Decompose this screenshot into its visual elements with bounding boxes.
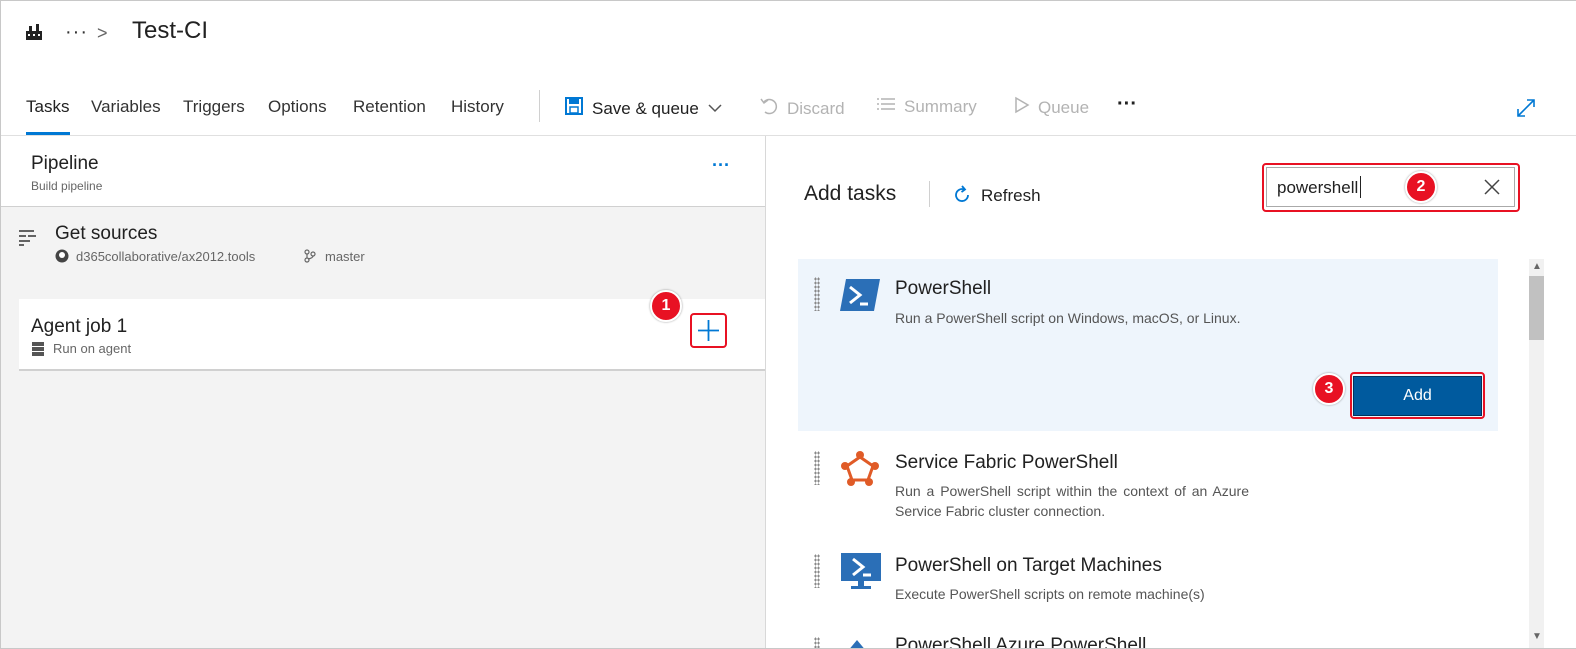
scroll-up-icon[interactable]: ▲ [1532,261,1542,272]
expand-icon[interactable] [1515,97,1537,124]
get-sources-title[interactable]: Get sources [55,223,157,245]
header-divider [929,181,930,207]
undo-icon [759,96,779,121]
task-title: PowerShell [895,278,992,299]
agent-job-subtitle: Run on agent [53,341,132,356]
drag-handle-icon[interactable] [814,554,820,588]
task-title: Service Fabric PowerShell [895,452,1118,473]
discard-button[interactable]: Discard [759,96,845,121]
summary-label: Summary [904,96,977,116]
task-description: Run a PowerShell script within the conte… [895,483,1249,519]
build-pipeline-icon[interactable] [23,21,45,43]
pipeline-subtitle: Build pipeline [31,179,103,193]
agent-job-title: Agent job 1 [31,316,128,337]
queue-button[interactable]: Queue [1014,96,1089,119]
task-title: PowerShell on Target Machines [895,555,1162,576]
task-description: Run a PowerShell script on Windows, macO… [895,310,1241,326]
repo-name: d365collaborative/ax2012.tools [76,249,256,264]
powershell-icon [840,277,880,318]
summary-button[interactable]: Summary [876,96,977,117]
breadcrumb-more[interactable]: ··· [65,21,88,44]
azure-icon [847,639,867,648]
drag-handle-icon[interactable] [814,637,820,648]
refresh-button[interactable]: Refresh [981,186,1041,206]
save-queue-button[interactable]: Save & queue [564,96,723,121]
save-icon [564,96,584,121]
play-icon [1014,96,1030,119]
task-title-text: PowerShell Azure PowerShell [895,637,1147,649]
pipeline-title: Pipeline [31,153,99,174]
tab-retention[interactable]: Retention [353,97,426,117]
pipeline-panel [1,136,765,648]
powershell-target-icon [841,553,881,596]
panel-divider [765,136,766,648]
search-value: powershell [1277,178,1359,197]
pipeline-more-button[interactable]: ··· [712,155,730,176]
tab-history[interactable]: History [451,97,504,117]
toolbar-divider [539,90,540,122]
add-button[interactable]: Add [1353,376,1482,416]
drag-handle-icon[interactable] [814,451,820,485]
chevron-down-icon [707,99,723,119]
add-tasks-title: Add tasks [804,182,897,205]
more-actions-button[interactable]: ··· [1117,93,1137,116]
queue-label: Queue [1038,97,1090,117]
tab-options[interactable]: Options [268,97,327,117]
step-badge-2: 2 [1405,171,1437,203]
tab-tasks[interactable]: Tasks [26,97,69,117]
step-badge-3: 3 [1313,373,1345,405]
task-description: Execute PowerShell scripts on remote mac… [895,586,1205,602]
text-cursor [1360,176,1361,198]
scrollbar-thumb[interactable] [1529,276,1544,340]
discard-label: Discard [787,98,845,118]
server-icon [32,342,44,361]
tab-variables[interactable]: Variables [91,97,161,117]
page-title: Test-CI [132,17,209,44]
drag-handle-icon[interactable] [814,277,820,311]
github-icon [55,249,69,268]
save-queue-label: Save & queue [592,98,699,118]
tab-triggers[interactable]: Triggers [183,97,245,117]
sources-icon [18,229,38,252]
task-title: PowerShell Azure PowerShell [895,637,1147,649]
add-task-button[interactable] [690,313,727,348]
refresh-icon [952,185,972,210]
branch-icon [304,249,316,268]
branch-name: master [325,249,365,264]
service-fabric-icon [841,451,879,492]
breadcrumb-separator: > [97,23,108,43]
pipeline-header[interactable] [1,136,765,207]
plus-icon [698,320,719,341]
step-badge-1: 1 [650,290,682,322]
scroll-down-icon[interactable]: ▼ [1532,631,1542,642]
clear-search-icon[interactable] [1483,178,1501,201]
list-icon [876,96,896,117]
